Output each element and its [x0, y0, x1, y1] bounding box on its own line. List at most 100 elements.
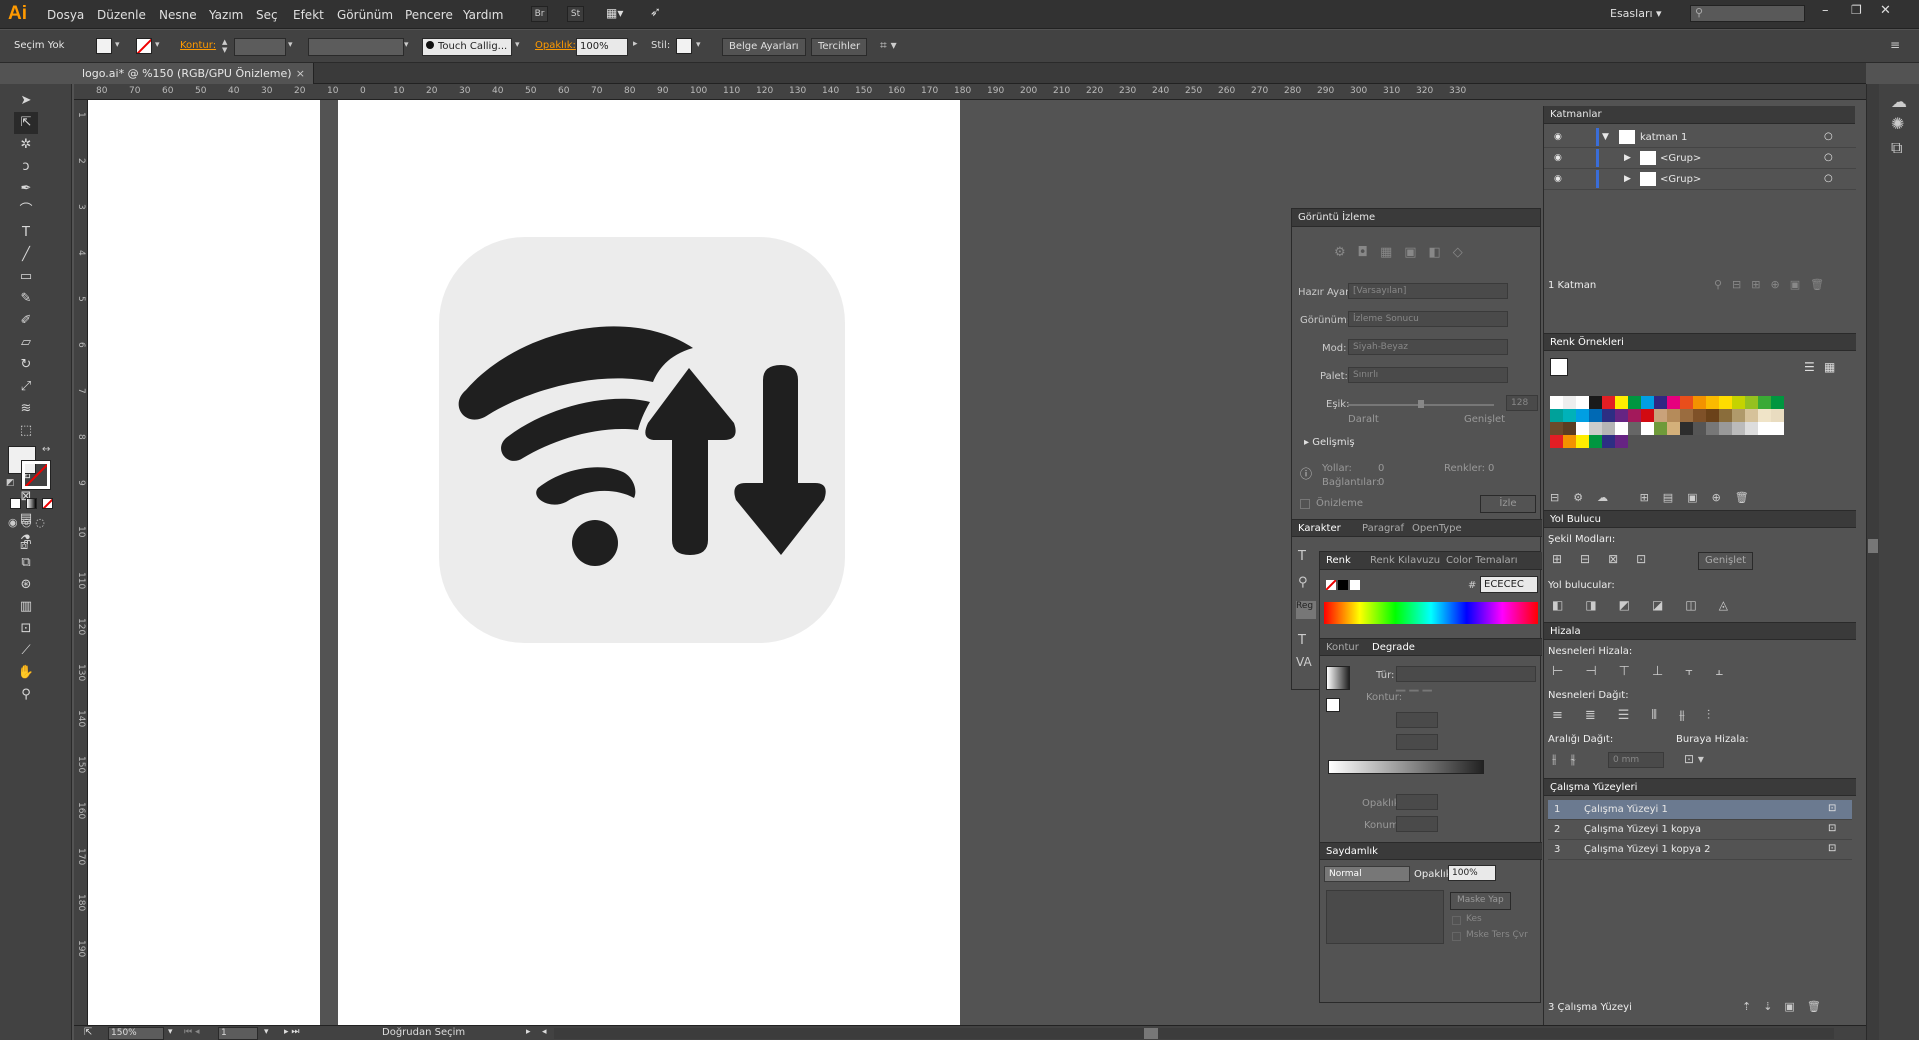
- expand-layer-icon[interactable]: ▼: [1602, 132, 1609, 142]
- stroke-swatch[interactable]: [136, 38, 152, 54]
- color-swatch[interactable]: [1602, 435, 1615, 448]
- align-object-icons[interactable]: ⊢⊣⊤⊥⫟⫠: [1552, 664, 1745, 679]
- color-swatch[interactable]: [1732, 396, 1745, 409]
- gradient-slider[interactable]: [1328, 760, 1484, 774]
- artboard-options-icon[interactable]: ⊡: [1828, 803, 1836, 814]
- color-swatch[interactable]: [1563, 396, 1576, 409]
- free-transform-tool-icon[interactable]: ⬚: [14, 420, 38, 442]
- target-circle-icon[interactable]: ○: [1824, 131, 1833, 142]
- artboard-main[interactable]: [338, 100, 960, 1025]
- find-font-icon[interactable]: ⚲: [1298, 575, 1316, 593]
- color-swatch[interactable]: [1576, 396, 1589, 409]
- color-swatch[interactable]: [1628, 409, 1641, 422]
- trace-preset-icons[interactable]: ⚙◘▦▣◧◇: [1334, 245, 1475, 260]
- artboards-footer-icons[interactable]: ⇡⇣▣🗑: [1742, 1000, 1833, 1013]
- color-swatch[interactable]: [1693, 409, 1706, 422]
- color-swatch[interactable]: [1563, 422, 1576, 435]
- wifi-dot[interactable]: [572, 520, 618, 566]
- thumbnail-view-icon[interactable]: ▦: [1824, 360, 1835, 374]
- menu-object[interactable]: Nesne: [159, 8, 197, 22]
- color-swatch[interactable]: [1680, 422, 1693, 435]
- invert-checkbox[interactable]: [1452, 932, 1461, 941]
- color-swatch[interactable]: [1550, 396, 1563, 409]
- document-setup-button[interactable]: Belge Ayarları: [722, 38, 806, 56]
- expand-button[interactable]: Genişlet: [1698, 552, 1754, 570]
- share-icon[interactable]: ⇱: [84, 1027, 92, 1038]
- hand-tool-icon[interactable]: ✋: [14, 662, 38, 684]
- zoom-tool-icon[interactable]: ⚲: [14, 684, 38, 706]
- libraries-icon[interactable]: ☁: [1891, 92, 1907, 111]
- artboard-name[interactable]: Çalışma Yüzeyi 1: [1584, 804, 1668, 815]
- gradient-location-input[interactable]: [1396, 816, 1438, 832]
- type-tool-icon[interactable]: T: [14, 222, 38, 244]
- rectangle-tool-icon[interactable]: ▭: [14, 266, 38, 288]
- tab-opentype[interactable]: OpenType: [1412, 523, 1462, 534]
- color-swatch[interactable]: [1576, 435, 1589, 448]
- horizontal-scroll-thumb[interactable]: [1144, 1028, 1158, 1039]
- gradient-stroke-icons[interactable]: ▔▔▔: [1396, 690, 1456, 706]
- tab-color[interactable]: Renk: [1326, 555, 1351, 566]
- color-swatch[interactable]: [1602, 409, 1615, 422]
- artboard-name[interactable]: Çalışma Yüzeyi 1 kopya: [1584, 824, 1701, 835]
- stroke-label[interactable]: Kontur:: [180, 40, 216, 51]
- layer-row[interactable]: ◉ ▶ <Grup> ○: [1544, 170, 1856, 190]
- color-swatch[interactable]: [1719, 396, 1732, 409]
- color-swatch[interactable]: [1589, 422, 1602, 435]
- opacity-label[interactable]: Opaklık:: [535, 40, 576, 51]
- artboard-tool-icon[interactable]: ⊡: [14, 618, 38, 640]
- color-swatch[interactable]: [1628, 396, 1641, 409]
- pathfinder-icons[interactable]: ◧◨◩◪◫◬: [1552, 598, 1750, 612]
- make-mask-button[interactable]: Maske Yap: [1450, 892, 1511, 910]
- color-swatch[interactable]: [1576, 422, 1589, 435]
- tab-gradient[interactable]: Degrade: [1372, 642, 1415, 653]
- color-swatch[interactable]: [1654, 422, 1667, 435]
- distribute-spacing-icons[interactable]: ⫲⫳: [1552, 752, 1590, 767]
- white-swatch[interactable]: [1350, 580, 1360, 590]
- gradient-fill-swatch[interactable]: [1326, 698, 1340, 712]
- color-swatch[interactable]: [1654, 396, 1667, 409]
- tab-stroke[interactable]: Kontur: [1326, 642, 1359, 653]
- layer-name[interactable]: katman 1: [1640, 132, 1687, 143]
- arrange-documents-icon[interactable]: ▦▾: [606, 6, 632, 22]
- profile-dropdown-icon[interactable]: ▾: [404, 40, 409, 50]
- properties-icon[interactable]: ✺: [1891, 114, 1904, 133]
- expand-group-icon[interactable]: ▶: [1624, 153, 1631, 163]
- color-mode-icon[interactable]: [10, 498, 21, 509]
- menu-help[interactable]: Yardım: [463, 8, 503, 22]
- brush-dropdown-icon[interactable]: ▾: [515, 40, 520, 50]
- color-swatch[interactable]: [1641, 409, 1654, 422]
- stroke-weight-stepper[interactable]: ▲ ▼: [222, 38, 232, 55]
- layer-row[interactable]: ◉ ▶ <Grup> ○: [1544, 149, 1856, 169]
- minimize-button[interactable]: –: [1822, 3, 1829, 18]
- direct-selection-tool-icon[interactable]: ⇱: [14, 112, 38, 134]
- advanced-toggle[interactable]: ▸ Gelişmiş: [1304, 437, 1355, 448]
- menu-edit[interactable]: Düzenle: [97, 8, 146, 22]
- visibility-eye-icon[interactable]: ◉: [1554, 132, 1562, 142]
- stroke-color-box[interactable]: [21, 460, 51, 490]
- tab-character[interactable]: Karakter: [1298, 523, 1341, 534]
- color-swatch[interactable]: [1615, 396, 1628, 409]
- swatch-grid[interactable]: [1550, 396, 1830, 486]
- gpu-performance-icon[interactable]: ➶: [650, 5, 670, 23]
- selection-tool-icon[interactable]: ➤: [14, 90, 38, 112]
- opacity-slider-arrow-icon[interactable]: ▸: [633, 39, 638, 49]
- color-swatch[interactable]: [1615, 435, 1628, 448]
- panel-menu-icon[interactable]: ≡: [1890, 38, 1900, 52]
- menu-effect[interactable]: Efekt: [293, 8, 324, 22]
- color-swatch[interactable]: [1732, 409, 1745, 422]
- color-swatch[interactable]: [1771, 422, 1784, 435]
- color-swatch[interactable]: [1719, 422, 1732, 435]
- trace-button[interactable]: İzle: [1480, 495, 1536, 513]
- artboard-row[interactable]: 2 Çalışma Yüzeyi 1 kopya ⊡: [1548, 820, 1852, 840]
- group-name[interactable]: <Grup>: [1660, 153, 1701, 164]
- column-graph-tool-icon[interactable]: ▥: [14, 596, 38, 618]
- paintbrush-tool-icon[interactable]: ✎: [14, 288, 38, 310]
- menu-file[interactable]: Dosya: [47, 8, 84, 22]
- graphic-style-swatch[interactable]: [676, 38, 692, 54]
- group-name[interactable]: <Grup>: [1660, 174, 1701, 185]
- color-swatch[interactable]: [1693, 422, 1706, 435]
- artboard-left[interactable]: [88, 100, 320, 1025]
- close-tab-icon[interactable]: ×: [296, 67, 305, 80]
- color-swatch[interactable]: [1680, 409, 1693, 422]
- view-select[interactable]: İzleme Sonucu: [1348, 311, 1508, 327]
